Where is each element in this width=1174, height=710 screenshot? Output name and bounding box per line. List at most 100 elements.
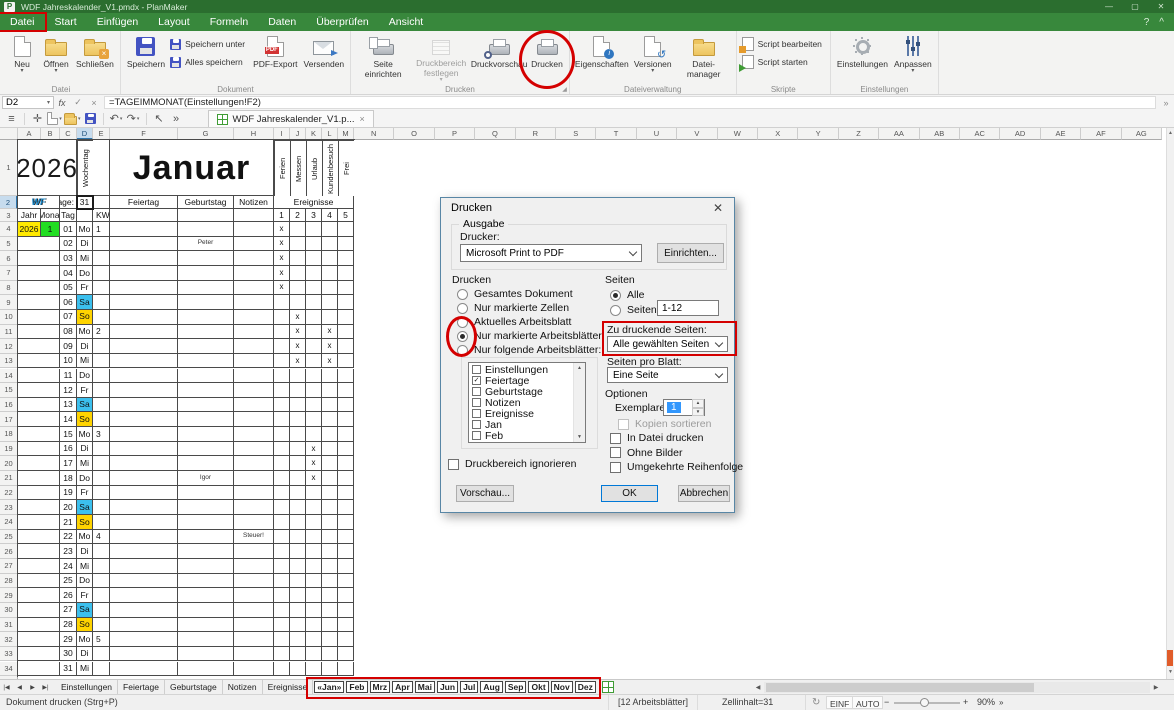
cell-blank[interactable]	[18, 310, 60, 325]
cell-blank[interactable]	[18, 281, 60, 296]
sheet-tab-dez[interactable]: Dez	[575, 681, 596, 693]
cell-event-2[interactable]	[290, 647, 306, 662]
cell-blank[interactable]	[18, 486, 60, 501]
cell-day-number[interactable]: 29	[60, 632, 77, 647]
cell-event-4[interactable]	[322, 295, 338, 310]
cell-geburtstag[interactable]	[178, 266, 234, 281]
cell-weekday[interactable]: Do	[77, 266, 93, 281]
cell-geburtstag[interactable]	[178, 383, 234, 398]
column-header-o[interactable]: O	[394, 128, 434, 140]
cell-event-3[interactable]	[306, 647, 322, 662]
cell-empty[interactable]	[234, 209, 274, 222]
menu-tab-start[interactable]: Start	[45, 13, 87, 31]
cell-weekday[interactable]: Mo	[77, 427, 93, 442]
scroll-left-icon[interactable]: ◀	[752, 684, 764, 691]
sheet-tab-mai[interactable]: Mai	[415, 681, 435, 693]
cell-notiz[interactable]	[234, 515, 274, 530]
cell-kw[interactable]	[93, 281, 110, 296]
cell-kw[interactable]	[93, 559, 110, 574]
cell-event-1[interactable]	[274, 310, 290, 325]
horizontal-scrollbar[interactable]: ◀ ▶	[752, 680, 1162, 694]
cell-kw[interactable]	[93, 369, 110, 384]
menu-tab-ansicht[interactable]: Ansicht	[379, 13, 433, 31]
row-header-8[interactable]: 8	[0, 281, 18, 296]
cell-monat-label[interactable]: Monat	[41, 209, 60, 222]
ribbon-button-alles-speichern[interactable]: Alles speichern	[170, 55, 245, 69]
cell-event-1[interactable]	[274, 383, 290, 398]
column-header-w[interactable]: W	[718, 128, 758, 140]
cell-blank[interactable]	[18, 339, 60, 354]
cell-event-1[interactable]	[274, 325, 290, 340]
cell-kw[interactable]	[93, 354, 110, 369]
cell-weekday[interactable]: Mo	[77, 632, 93, 647]
cell-event-5[interactable]	[338, 412, 354, 427]
insert-mode-indicator[interactable]: EINF	[826, 696, 853, 709]
cell-weekday[interactable]: Mi	[77, 662, 93, 677]
cell-weekday[interactable]: Do	[77, 369, 93, 384]
cell-geburtstag[interactable]	[178, 515, 234, 530]
cell-event-5[interactable]	[338, 456, 354, 471]
cell-geburtstag[interactable]	[178, 603, 234, 618]
column-header-aa[interactable]: AA	[879, 128, 919, 140]
ribbon-button-schliessen[interactable]: Schließen	[73, 32, 117, 84]
cell-event-5[interactable]	[338, 325, 354, 340]
cell-geburtstag[interactable]	[178, 295, 234, 310]
sheet-tab-apr[interactable]: Apr	[392, 681, 413, 693]
cell-event-1[interactable]	[274, 339, 290, 354]
cell-weekday[interactable]: So	[77, 310, 93, 325]
column-header-k[interactable]: K	[306, 128, 322, 140]
cell-event-5[interactable]	[338, 266, 354, 281]
cell-event-4[interactable]	[322, 574, 338, 589]
cell-event-3[interactable]	[306, 237, 322, 252]
cell-notiz[interactable]	[234, 559, 274, 574]
cell-feiertag[interactable]	[110, 544, 178, 559]
cell-event-2[interactable]	[290, 632, 306, 647]
cell-event-3[interactable]	[306, 354, 322, 369]
collapse-ribbon-icon[interactable]: ^	[1159, 17, 1164, 28]
cell-day-number[interactable]: 08	[60, 325, 77, 340]
cell-day-number[interactable]: 31	[60, 662, 77, 677]
cell-blank[interactable]	[18, 632, 60, 647]
cell-blank[interactable]	[18, 354, 60, 369]
cell-kw[interactable]: 4	[93, 530, 110, 545]
cell-event-2[interactable]	[290, 471, 306, 486]
cell-event-3[interactable]	[306, 295, 322, 310]
cell-blank[interactable]	[18, 662, 60, 677]
cell-day-number[interactable]: 26	[60, 588, 77, 603]
cell-geburtstag[interactable]	[178, 222, 234, 237]
abbrechen-button[interactable]: Abbrechen	[678, 485, 730, 502]
cell-event-2[interactable]	[290, 266, 306, 281]
last-sheet-button[interactable]: ▶|	[39, 681, 52, 694]
cell-blank[interactable]	[18, 574, 60, 589]
cell-blank[interactable]	[18, 427, 60, 442]
cell-weekday[interactable]: Mi	[77, 354, 93, 369]
column-header-e[interactable]: E	[93, 128, 110, 140]
radio-option-nur-folgende-arbeitsblaetter[interactable]: Nur folgende Arbeitsblätter:	[457, 343, 602, 357]
cell-empty[interactable]	[93, 140, 110, 196]
cell-event-4[interactable]	[322, 237, 338, 252]
cell-event-2[interactable]	[290, 618, 306, 633]
ribbon-button-script-starten[interactable]: Script starten	[742, 55, 822, 69]
column-header-ab[interactable]: AB	[920, 128, 960, 140]
sheet-checkbox-notizen[interactable]: Notizen	[469, 397, 572, 408]
cell-blank[interactable]	[18, 471, 60, 486]
cell-notiz[interactable]	[234, 369, 274, 384]
cell-event-5[interactable]	[338, 486, 354, 501]
option-in-datei-drucken[interactable]: In Datei drucken	[610, 431, 743, 445]
cell-event-4[interactable]	[322, 632, 338, 647]
cell-geburtstag[interactable]	[178, 251, 234, 266]
cell-event-4[interactable]	[322, 588, 338, 603]
cell-event-2[interactable]	[290, 383, 306, 398]
cell-tag-label[interactable]: Tag	[60, 209, 77, 222]
previous-sheet-button[interactable]: ◀	[13, 681, 26, 694]
cell-weekday[interactable]: Fr	[77, 281, 93, 296]
cell-event-1[interactable]	[274, 295, 290, 310]
sheet-checkbox-ereignisse[interactable]: Ereignisse	[469, 408, 572, 419]
cell-feiertag[interactable]	[110, 574, 178, 589]
cell-blank[interactable]	[18, 295, 60, 310]
ribbon-button-druckvorschau[interactable]: Druckvorschau	[470, 32, 528, 84]
cell-day-number[interactable]: 21	[60, 515, 77, 530]
column-header-y[interactable]: Y	[798, 128, 838, 140]
cell-event-2[interactable]	[290, 412, 306, 427]
cell-feiertag[interactable]	[110, 588, 178, 603]
